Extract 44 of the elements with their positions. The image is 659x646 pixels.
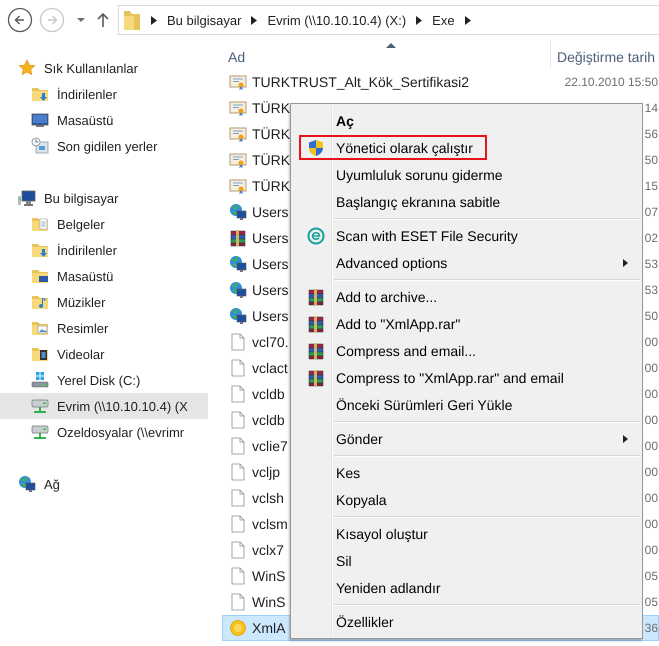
file-name: Users (252, 204, 289, 220)
file-name: vcl70. (252, 334, 289, 350)
date-cell-text: 00 (644, 543, 658, 557)
date-cell-text: 00 (644, 361, 658, 375)
file-name: Users (252, 256, 289, 272)
file-name: TÜRK (252, 178, 290, 194)
date-cell-text: 02 (644, 231, 658, 245)
file-name: vcljp (252, 464, 280, 480)
date-cell-text: 14 (644, 101, 658, 115)
file-name: TÜRK (252, 152, 290, 168)
date-cell-text: 53 (644, 283, 658, 297)
file-name: Users (252, 308, 289, 324)
date-cell-text: 56 (644, 127, 658, 141)
date-cell-text: 05 (644, 569, 658, 583)
file-name: vcldb (252, 386, 285, 402)
date-cell-text: 00 (644, 465, 658, 479)
file-name: Users (252, 282, 289, 298)
file-name: vclsh (252, 490, 284, 506)
date-cell-text: 00 (644, 439, 658, 453)
date-cell-text: 00 (644, 335, 658, 349)
file-name: WinS (252, 568, 286, 584)
date-cell-text: 50 (644, 309, 658, 323)
file-name: XmlA (252, 620, 286, 636)
date-cell-text: 00 (644, 387, 658, 401)
date-cell-text: 15 (644, 179, 658, 193)
file-name: TURKTRUST_Alt_Kök_Sertifikasi2 (252, 74, 470, 90)
file-name: vclact (252, 360, 288, 376)
date-cell-text: 50 (644, 153, 658, 167)
file-name: WinS (252, 594, 286, 610)
date-cell-text: 00 (644, 413, 658, 427)
file-name: vclsm (252, 516, 288, 532)
date-cell-text: 05 (644, 595, 658, 609)
date-cell-text: 53 (644, 257, 658, 271)
date-cell-text: 00 (644, 491, 658, 505)
date-cell-text: 22.10.2010 15:50 (564, 75, 658, 89)
file-name: vclx7 (252, 542, 284, 558)
date-cell-text: 36 (644, 621, 658, 635)
file-name: TÜRK (252, 126, 290, 142)
file-name: TÜRK (252, 100, 290, 116)
file-name: vclie7 (252, 438, 288, 454)
file-name: vcldb (252, 412, 285, 428)
date-cell-text: 07 (644, 205, 658, 219)
file-name: Users (252, 230, 289, 246)
date-cell-text: 00 (644, 517, 658, 531)
